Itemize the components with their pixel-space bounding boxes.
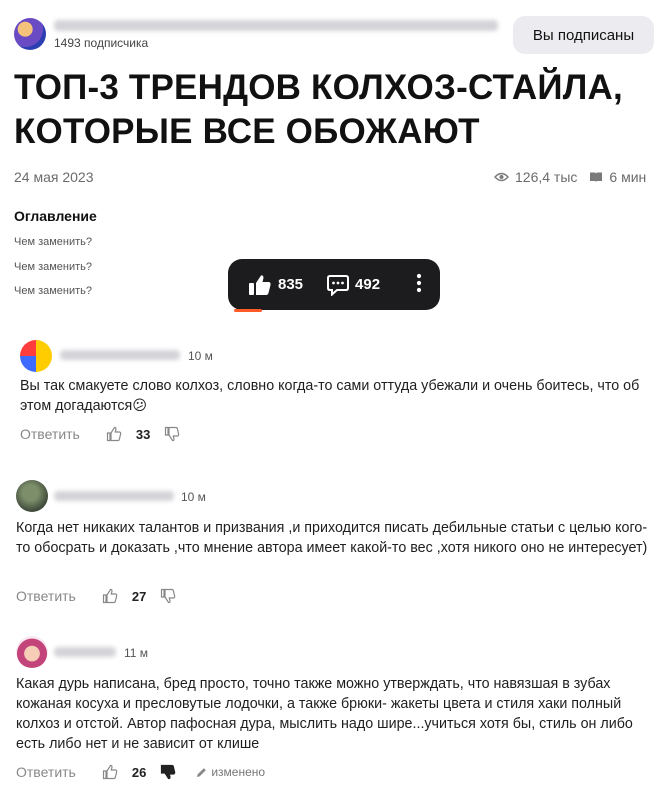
publish-date: 24 мая 2023 — [14, 169, 94, 185]
article-stats: 126,4 тыс 6 мин — [494, 169, 646, 185]
views-count: 126,4 тыс — [515, 169, 578, 185]
comment-likes: 27 — [131, 588, 147, 604]
comment-avatar[interactable] — [20, 340, 52, 372]
comment-time: 10 м — [188, 349, 213, 363]
more-vertical-icon — [416, 273, 422, 292]
comment-likes: 33 — [135, 426, 151, 442]
reading-progress — [234, 309, 262, 312]
reply-button[interactable]: Ответить — [20, 426, 80, 442]
comment-avatar[interactable] — [16, 636, 48, 668]
comment-time: 11 м — [124, 646, 149, 660]
comment-icon — [327, 274, 350, 296]
pencil-icon — [197, 767, 207, 777]
thumbs-down-filled-icon[interactable] — [160, 764, 176, 780]
comment-avatar[interactable] — [16, 480, 48, 512]
comments-count: 492 — [355, 276, 381, 293]
thumbs-down-icon[interactable] — [164, 426, 180, 442]
comment-actions: Ответить 27 — [16, 588, 176, 604]
channel-avatar[interactable] — [14, 18, 46, 50]
edited-text: изменено — [211, 765, 266, 779]
edited-label: изменено — [196, 765, 265, 779]
thumbs-up-icon[interactable] — [102, 588, 118, 604]
reply-button[interactable]: Ответить — [16, 764, 76, 780]
thumbs-up-icon[interactable] — [106, 426, 122, 442]
comment-likes: 26 — [131, 764, 147, 780]
subscriber-count: 1493 подписчика — [54, 36, 149, 50]
comment-text: Какая дурь написана, бред просто, точно … — [16, 676, 633, 752]
toc-item[interactable]: Чем заменить? — [14, 285, 92, 297]
likes-count: 835 — [278, 276, 304, 293]
thumbs-up-icon[interactable] — [102, 764, 118, 780]
comment-actions: Ответить 26 изменено — [16, 764, 265, 780]
article-title: ТОП-3 ТРЕНДОВ КОЛХОЗ-СТАЙЛА, КОТОРЫЕ ВСЕ… — [14, 68, 623, 151]
like-button[interactable]: 835 — [248, 274, 303, 296]
reaction-bar: 835 492 — [228, 259, 440, 310]
toc-heading: Оглавление — [14, 208, 97, 224]
toc-item[interactable]: Чем заменить? — [14, 236, 92, 248]
toc-item[interactable]: Чем заменить? — [14, 261, 92, 273]
read-time: 6 мин — [609, 169, 647, 185]
book-icon — [590, 172, 603, 182]
comment-author[interactable] — [54, 647, 116, 657]
more-menu-button[interactable] — [416, 273, 422, 297]
eye-icon — [494, 172, 509, 182]
comment-text: Вы так смакуете слово колхоз, словно ког… — [20, 378, 640, 414]
comments-button[interactable]: 492 — [327, 274, 380, 296]
thumbs-up-icon — [249, 274, 271, 295]
comment-actions: Ответить 33 — [20, 426, 180, 442]
channel-name[interactable] — [54, 20, 498, 31]
comment-text: Когда нет никаких талантов и призвания ,… — [16, 520, 648, 556]
comment-author[interactable] — [60, 350, 180, 360]
subscribed-button[interactable]: Вы подписаны — [513, 16, 654, 54]
reply-button[interactable]: Ответить — [16, 588, 76, 604]
comment-time: 10 м — [181, 490, 206, 504]
thumbs-down-icon[interactable] — [160, 588, 176, 604]
comment-author[interactable] — [54, 491, 174, 501]
